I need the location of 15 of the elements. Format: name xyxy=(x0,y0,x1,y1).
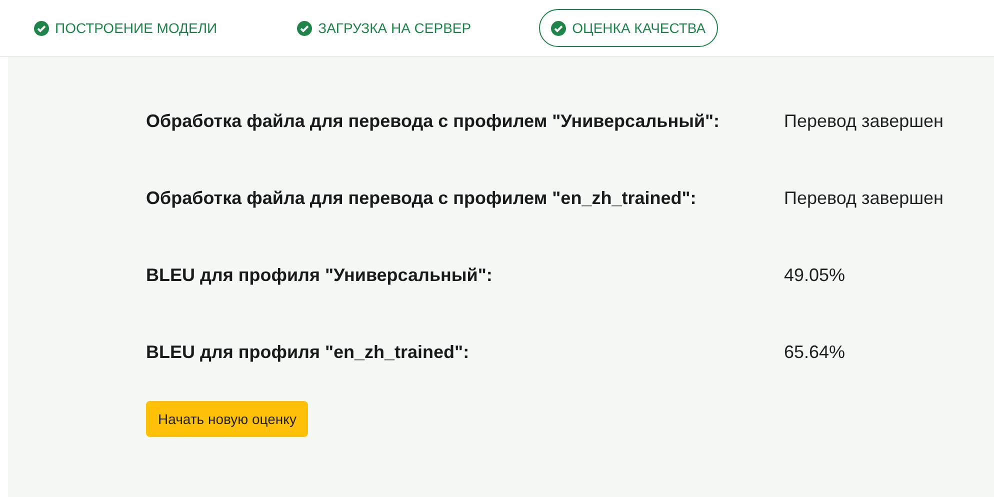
check-icon xyxy=(34,20,49,36)
result-label: BLEU для профиля "en_zh_trained": xyxy=(146,341,470,364)
step-tab[interactable]: ОЦЕНКА КАЧЕСТВА xyxy=(539,9,718,47)
step-tab[interactable]: ПОСТРОЕНИЕ МОДЕЛИ xyxy=(22,9,230,47)
result-value: Перевод завершен xyxy=(784,188,944,209)
step-tab[interactable]: ЗАГРУЗКА НА СЕРВЕР xyxy=(285,9,484,47)
check-icon xyxy=(297,20,312,36)
new-evaluation-button[interactable]: Начать новую оценку xyxy=(146,401,308,437)
check-icon xyxy=(551,20,566,36)
result-label: BLEU для профиля "Универсальный": xyxy=(146,264,494,287)
result-label: Обработка файла для перевода с профилем "en_zh_trained": xyxy=(146,187,698,210)
result-value: 49.05% xyxy=(784,265,846,286)
result-value: Перевод завершен xyxy=(784,111,944,132)
result-value: 65.64% xyxy=(784,342,846,363)
result-label: Обработка файла для перевода с профилем "Универсальный": xyxy=(146,110,721,133)
